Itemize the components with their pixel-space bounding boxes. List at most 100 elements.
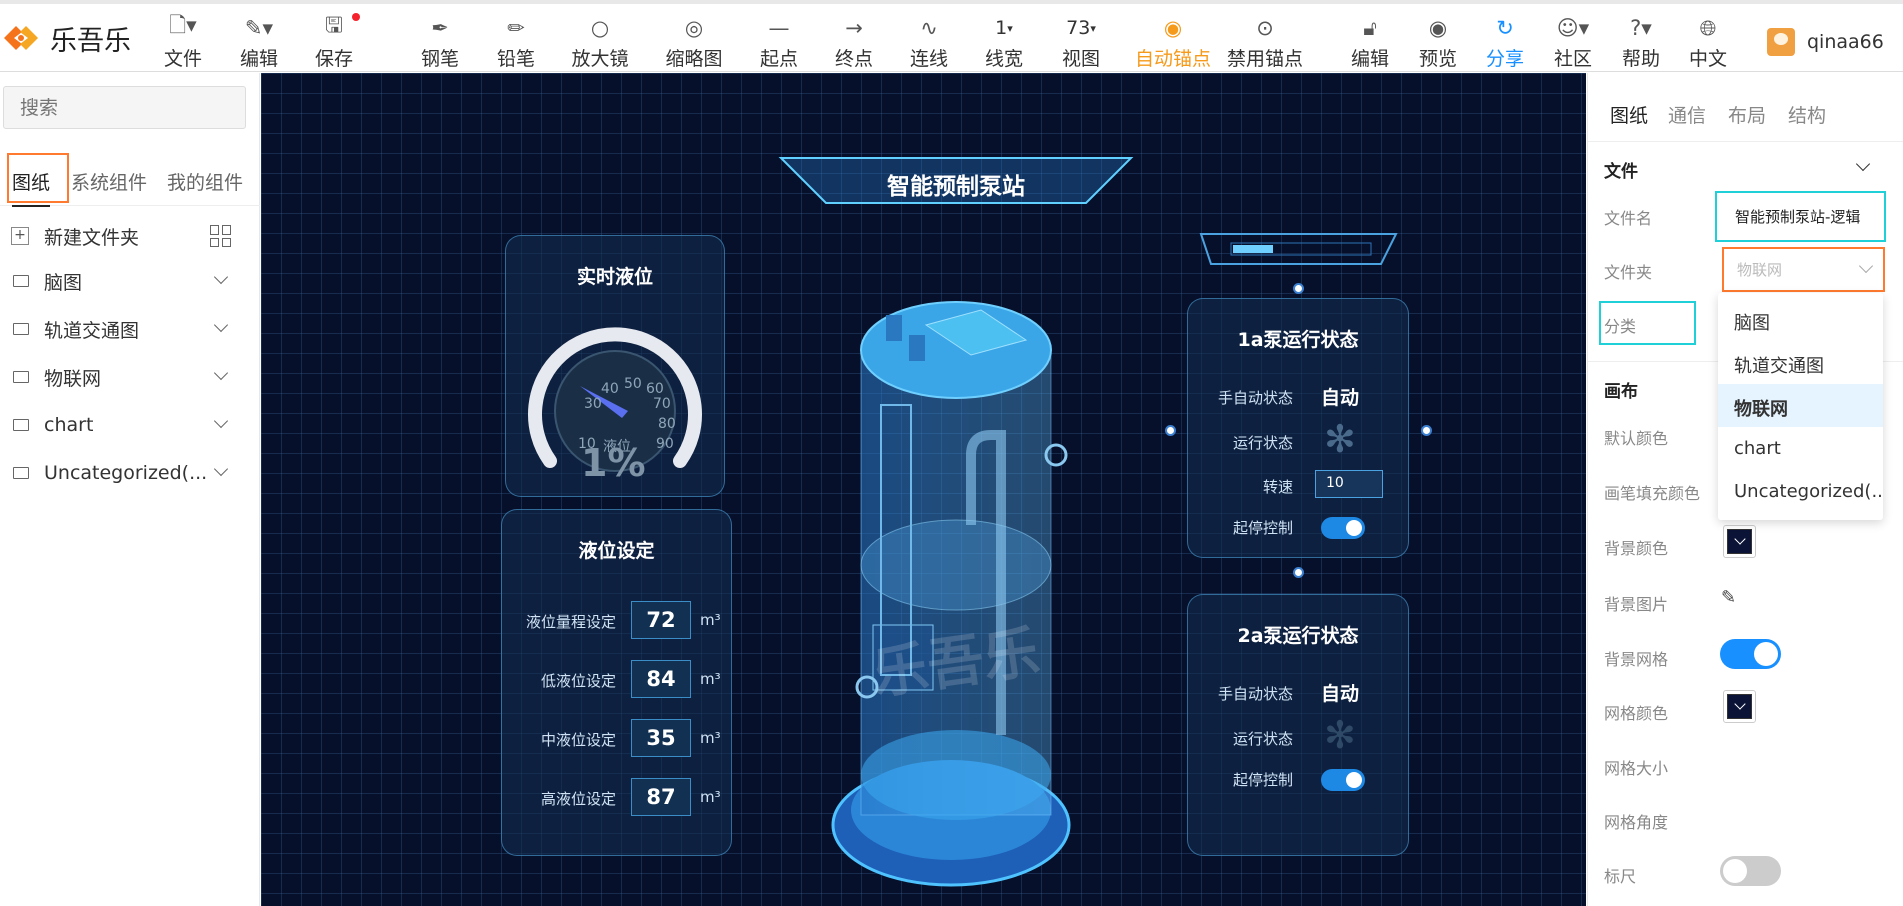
high-level-value[interactable]: 87 (631, 778, 691, 816)
canvas-section-title[interactable]: 画布 (1604, 377, 1638, 402)
globe-icon: 🌐︎ (1699, 15, 1717, 40)
folder-icon (13, 275, 29, 287)
tab-drawings[interactable]: 图纸 (12, 168, 50, 195)
anchor-icon: ◉ (1163, 16, 1183, 40)
auto-anchor-tool[interactable]: ◉ 自动锚点 (1135, 14, 1211, 71)
save-button[interactable]: 🖫 保存 (315, 13, 361, 71)
selection-handle[interactable] (1165, 425, 1176, 436)
zoom-value: 73 (1066, 17, 1091, 39)
background-grid-toggle[interactable] (1720, 639, 1781, 669)
pump2-start-stop-toggle[interactable] (1321, 769, 1365, 791)
pencil-icon: ✏ (507, 16, 525, 40)
pump1-panel[interactable]: 1a泵运行状态 手自动状态 自动 运行状态 ✻ 转速 10 起停控制 (1187, 298, 1409, 558)
folder-icon (13, 371, 29, 383)
tab-system-components[interactable]: 系统组件 (71, 168, 147, 195)
chevron-down-icon (213, 461, 229, 477)
gauge-value: 1% (581, 441, 646, 485)
dropdown-option[interactable]: Uncategorized(... (1718, 470, 1883, 513)
save-icon: 🖫 (315, 13, 361, 42)
stripe-decoration (1199, 233, 1398, 265)
folder-item[interactable]: 轨道交通图 (0, 311, 255, 347)
dropdown-option[interactable]: 脑图 (1718, 298, 1883, 341)
range-value[interactable]: 72 (631, 601, 691, 639)
plus-icon: + (11, 227, 29, 245)
top-toolbar: 乐吾乐 🗋▾ 文件 ✎▾ 编辑 🖫 保存 ✒ 钢笔 ✏ 铅笔 ○ 放大镜 ◎ 缩略图 — 起点 … (0, 0, 1903, 72)
share-button[interactable]: ↻ 分享 (1486, 14, 1524, 71)
mid-level-value[interactable]: 35 (631, 719, 691, 757)
dropdown-option[interactable]: chart (1718, 427, 1883, 470)
community-menu[interactable]: ☺▾ 社区 (1554, 14, 1592, 71)
line-type-tool[interactable]: ∿ 连线 (910, 14, 948, 71)
disable-anchor-tool[interactable]: ⊙ 禁用锚点 (1227, 14, 1303, 71)
username: qinaa66 (1807, 31, 1884, 53)
magnifier-icon: ○ (590, 16, 610, 40)
background-color-picker[interactable] (1723, 525, 1756, 558)
end-arrow-tool[interactable]: → 终点 (835, 14, 873, 71)
user-menu[interactable]: qinaa66 (1767, 28, 1884, 56)
thumbnail-tool[interactable]: ◎ 缩略图 (665, 14, 722, 71)
folder-item[interactable]: 物联网 (0, 359, 255, 395)
chevron-down-icon: ▾ (1090, 21, 1096, 35)
search-input[interactable] (3, 86, 246, 129)
tab-underline (12, 205, 50, 207)
selection-handle[interactable] (1421, 425, 1432, 436)
pen-icon: ✒ (431, 16, 449, 40)
tab-communication[interactable]: 通信 (1668, 101, 1706, 128)
pencil-tool[interactable]: ✏ 铅笔 (497, 14, 535, 71)
selection-handle[interactable] (1293, 567, 1304, 578)
ruler-toggle[interactable] (1720, 856, 1781, 886)
tab-drawing[interactable]: 图纸 (1610, 101, 1648, 128)
help-menu[interactable]: ?▾ 帮助 (1622, 14, 1660, 71)
grid-view-icon[interactable] (210, 225, 232, 247)
edit-menu[interactable]: ✎▾ 编辑 (240, 14, 278, 71)
edit-icon: ✎▾ (244, 16, 274, 40)
category-label: 分类 (1604, 317, 1637, 336)
pump1-start-stop-toggle[interactable] (1321, 517, 1365, 539)
level-panel[interactable]: 实时液位 30 40 50 60 70 80 90 10 液位 1% (505, 235, 725, 497)
dropdown-option[interactable]: 轨道交通图 (1718, 341, 1883, 384)
chevron-down-icon (213, 269, 229, 285)
pump-station-illustration[interactable] (831, 295, 1091, 906)
level-setting-panel[interactable]: 液位设定 液位量程设定 72 m³ 低液位设定 84 m³ 中液位设定 35 m… (501, 509, 732, 856)
disable-anchor-icon: ⊙ (1256, 16, 1274, 40)
chevron-down-icon[interactable] (1855, 156, 1871, 172)
new-folder-row[interactable]: + 新建文件夹 (0, 218, 255, 254)
chevron-down-icon (213, 365, 229, 381)
edit-mode-button[interactable]: 🔓︎ 编辑 (1351, 14, 1389, 71)
folder-item[interactable]: 脑图 (0, 263, 255, 299)
edit-icon[interactable]: ✎ (1721, 587, 1736, 608)
start-arrow-tool[interactable]: — 起点 (760, 14, 798, 71)
folder-item[interactable]: Uncategorized(... (0, 455, 255, 491)
dropdown-option-selected[interactable]: 物联网 (1718, 384, 1883, 427)
magnifier-tool[interactable]: ○ 放大镜 (571, 14, 628, 71)
brand-name: 乐吾乐 (50, 25, 131, 57)
file-section-title[interactable]: 文件 (1604, 157, 1638, 182)
fan-icon: ✻ (1324, 713, 1356, 757)
drawing-canvas[interactable]: 智能预制泵站 实时液位 30 40 50 60 70 80 90 10 液位 1… (261, 73, 1586, 906)
pump2-panel[interactable]: 2a泵运行状态 手自动状态 自动 运行状态 ✻ 起停控制 (1187, 594, 1409, 856)
tab-layout[interactable]: 布局 (1728, 101, 1766, 128)
file-icon: 🗋▾ (169, 12, 197, 37)
folder-item[interactable]: chart (0, 407, 255, 443)
logo: 乐吾乐 (0, 18, 131, 58)
selection-handle[interactable] (1293, 283, 1304, 294)
tab-structure[interactable]: 结构 (1788, 101, 1826, 128)
pump2-mode: 自动 (1321, 683, 1360, 705)
folder-select[interactable]: 物联网 (1722, 247, 1885, 292)
left-tabs: 图纸 系统组件 我的组件 (0, 153, 260, 207)
line-width-tool[interactable]: 1 ▾ 线宽 (985, 14, 1023, 71)
grid-color-picker[interactable] (1723, 690, 1756, 723)
view-tool[interactable]: 73 ▾ 视图 (1062, 14, 1100, 71)
tab-my-components[interactable]: 我的组件 (167, 168, 243, 195)
language-button[interactable]: 🌐︎ 中文 (1689, 14, 1727, 71)
file-name-input[interactable]: 智能预制泵站-逻辑 (1715, 191, 1886, 242)
low-level-value[interactable]: 84 (631, 660, 691, 698)
pen-tool[interactable]: ✒ 钢笔 (421, 14, 459, 71)
canvas-title[interactable]: 智能预制泵站 (776, 167, 1136, 201)
chevron-down-icon (213, 317, 229, 333)
file-menu[interactable]: 🗋▾ 文件 (164, 12, 202, 71)
preview-button[interactable]: ◉ 预览 (1419, 14, 1457, 71)
pump1-speed-input[interactable]: 10 (1315, 470, 1383, 498)
folder-icon (13, 467, 29, 479)
eye-icon: ◉ (1428, 16, 1448, 40)
